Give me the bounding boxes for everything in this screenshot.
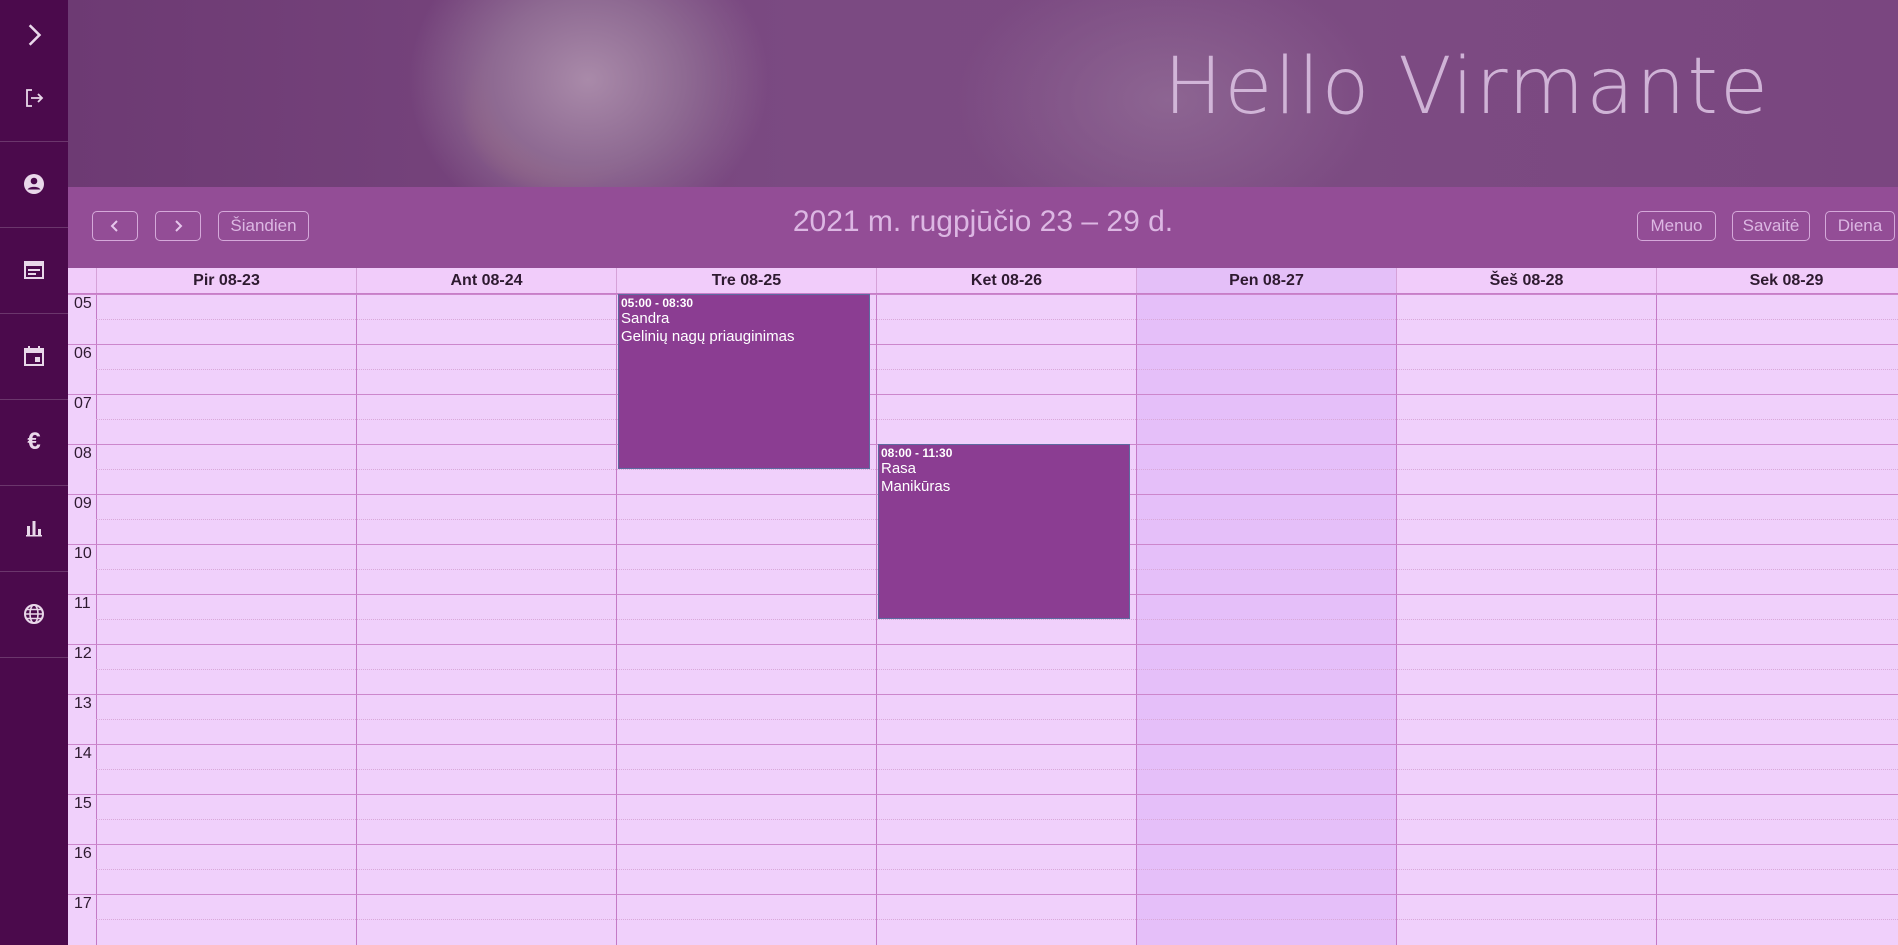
sidebar-item-notes[interactable] [0,227,68,314]
event-service: Manikūras [881,478,951,495]
logout-icon [26,89,44,107]
sidebar-item-language[interactable] [0,571,68,658]
hour-line [68,344,1898,345]
day-header: Tre 08-25 [616,268,876,293]
hour-label: 09 [74,495,92,512]
half-hour-line [96,319,1898,320]
hour-line [68,844,1898,845]
half-hour-line [96,769,1898,770]
sidebar-item-profile[interactable] [0,141,68,228]
day-header: Ket 08-26 [876,268,1136,293]
chevron-right-icon [28,24,42,46]
hour-line [68,394,1898,395]
view-day-button[interactable]: Diena [1825,211,1895,241]
hour-label: 17 [74,895,92,912]
event-client: Sandra [621,310,670,327]
date-range-title: 2021 m. rugpjūčio 23 – 29 d. [792,205,1174,238]
hour-label: 07 [74,395,92,412]
sidebar-item-finance[interactable]: € [0,399,68,486]
header-banner: Hello Virmante [68,0,1898,187]
hour-label: 12 [74,645,92,662]
week-calendar: Pir 08-23 Ant 08-24 Tre 08-25 Ket 08-26 Pen … [68,268,1898,945]
hour-label: 15 [74,795,92,812]
calendar-icon [24,346,44,366]
day-header: Šeš 08-28 [1396,268,1656,293]
half-hour-line [96,619,1898,620]
note-icon [24,261,44,279]
hour-line [68,294,1898,295]
sidebar-item-statistics[interactable] [0,485,68,572]
event-time: 08:00 - 11:30 [881,446,953,460]
half-hour-line [96,869,1898,870]
hour-label: 16 [74,845,92,862]
hour-line [68,644,1898,645]
hour-label: 13 [74,695,92,712]
hour-line [68,894,1898,895]
sidebar: € [0,0,68,945]
globe-icon [24,604,44,624]
day-header: Sek 08-29 [1656,268,1898,293]
view-month-button[interactable]: Menuo [1637,211,1716,241]
day-header: Ant 08-24 [356,268,616,293]
hour-label: 11 [74,595,91,612]
hour-label: 10 [74,545,92,562]
hour-line [68,794,1898,795]
bar-chart-icon [26,521,42,537]
hour-label: 05 [74,295,92,312]
calendar-toolbar: Šiandien 2021 m. rugpjūčio 23 – 29 d. Me… [68,187,1898,268]
time-grid[interactable]: 05 06 07 08 09 10 11 12 13 14 15 16 17 05:00 - 08:30 S… [68,294,1898,945]
appointment-event[interactable]: 08:00 - 11:30 Rasa Manikūras [878,444,1130,619]
event-client: Rasa [881,460,917,477]
hour-label: 08 [74,445,92,462]
half-hour-line [96,719,1898,720]
hour-line [68,694,1898,695]
half-hour-line [96,819,1898,820]
logout-button[interactable] [0,55,68,142]
event-service: Gelinių nagų priauginimas [621,328,795,345]
day-header: Pir 08-23 [96,268,356,293]
euro-icon: € [27,428,41,455]
half-hour-line [96,369,1898,370]
account-circle-icon [24,174,44,194]
view-week-button[interactable]: Savaitė [1732,211,1810,241]
hour-label: 14 [74,745,92,762]
hour-line [68,744,1898,745]
hour-label: 06 [74,345,92,362]
day-header: Pen 08-27 [1136,268,1396,293]
half-hour-line [96,419,1898,420]
appointment-event[interactable]: 05:00 - 08:30 Sandra Gelinių nagų priaugin… [618,294,870,469]
half-hour-line [96,919,1898,920]
day-header-row: Pir 08-23 Ant 08-24 Tre 08-25 Ket 08-26 Pen … [68,268,1898,294]
half-hour-line [96,669,1898,670]
greeting-title: Hello Virmante [1163,42,1770,132]
event-time: 05:00 - 08:30 [621,296,694,310]
sidebar-item-calendar[interactable] [0,313,68,400]
